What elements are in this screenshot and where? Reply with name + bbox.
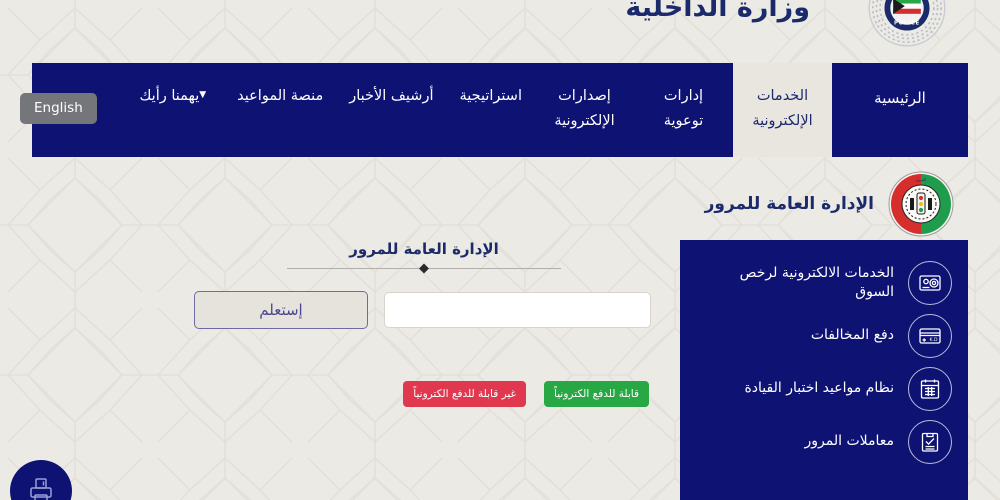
payment-card-kd-icon: K.D xyxy=(908,313,952,358)
nav-item-e-services-label: الخدمات الإلكترونية xyxy=(752,88,813,130)
nav-item-appointments-platform[interactable]: منصة المواعيد xyxy=(224,63,336,157)
sidebar-item-pay-fines-label: دفع المخالفات xyxy=(810,327,894,344)
clipboard-check-icon xyxy=(908,419,952,464)
status-badge-not-payable: غير قابلة للدفع الكترونياً xyxy=(403,381,527,407)
ministry-title: وزارة الداخلية xyxy=(625,0,810,23)
license-card-icon xyxy=(908,260,952,305)
traffic-department-emblem-icon: المرور xyxy=(888,171,954,237)
divider-dot-icon xyxy=(419,263,429,274)
nav-item-e-services[interactable]: الخدمات الإلكترونية xyxy=(733,63,832,157)
nav-item-your-opinion-matters-label: يهمنا رأيك xyxy=(139,88,200,104)
print-floating-button[interactable] xyxy=(10,460,72,500)
sidebar-item-driving-license-eservices[interactable]: الخدمات الالكترونية لرخص السوق xyxy=(680,256,960,309)
nav-item-news-archive[interactable]: أرشيف الأخبار xyxy=(336,63,446,157)
nav-item-news-archive-label: أرشيف الأخبار xyxy=(349,88,434,104)
inquiry-input[interactable] xyxy=(384,292,651,328)
status-badge-payable: قابلة للدفع الكترونياً xyxy=(544,381,649,407)
sidebar-item-driving-test-appointments-label: نظام مواعيد اختبار القيادة xyxy=(744,380,894,397)
printer-icon xyxy=(30,478,52,500)
main-navigation[interactable]: الرئيسية الخدمات الإلكترونية إدارات توعو… xyxy=(32,63,968,157)
nav-item-strategy[interactable]: استراتيجية xyxy=(446,63,535,157)
inquiry-form: إستعلم xyxy=(184,291,664,329)
nav-item-e-publications[interactable]: إصدارات الإلكترونية xyxy=(535,63,634,157)
sidebar-item-pay-fines[interactable]: K.D دفع المخالفات xyxy=(680,309,960,362)
traffic-department-header: المرور الإدارة العامة للمرور xyxy=(32,168,968,240)
chevron-down-icon: ▼ xyxy=(199,90,207,101)
inquire-button[interactable]: إستعلم xyxy=(194,291,368,329)
sidebar-item-driving-license-eservices-label: الخدمات الالكترونية لرخص السوق xyxy=(739,264,894,300)
svg-text:POLICE: POLICE xyxy=(894,21,920,27)
svg-text:K.D: K.D xyxy=(929,337,937,343)
page-title: الإدارة العامة للمرور xyxy=(349,240,499,258)
services-sidebar: الخدمات الالكترونية لرخص السوق K.D دفع ا… xyxy=(680,240,968,500)
page-root: وزارة الداخلية KUWAIT POLICE xyxy=(0,0,1000,500)
language-toggle-button[interactable]: English xyxy=(20,93,97,124)
nav-item-your-opinion-matters[interactable]: ▼يهمنا رأيك xyxy=(126,63,224,157)
site-header: وزارة الداخلية KUWAIT POLICE xyxy=(0,0,1000,63)
nav-item-strategy-label: استراتيجية xyxy=(459,88,522,104)
sidebar-item-traffic-transactions-label: معاملات المرور xyxy=(804,433,895,450)
main-content: الإدارة العامة للمرور إستعلم قابلة للدفع… xyxy=(184,240,664,407)
traffic-department-title: الإدارة العامة للمرور xyxy=(704,194,874,214)
nav-item-awareness-departments[interactable]: إدارات توعوية xyxy=(634,63,733,157)
sidebar-item-traffic-transactions[interactable]: معاملات المرور xyxy=(680,415,960,468)
payment-status-legend: قابلة للدفع الكترونياً غير قابلة للدفع ا… xyxy=(184,381,664,407)
title-divider xyxy=(287,263,561,274)
nav-item-home[interactable]: الرئيسية xyxy=(832,63,968,157)
sidebar-item-driving-test-appointments[interactable]: نظام مواعيد اختبار القيادة xyxy=(680,362,960,415)
nav-item-awareness-departments-label: إدارات توعوية xyxy=(663,88,704,130)
svg-text:المرور: المرور xyxy=(915,177,927,182)
nav-item-e-publications-label: إصدارات الإلكترونية xyxy=(554,88,615,130)
kuwait-police-badge-icon: KUWAIT POLICE xyxy=(868,0,946,47)
nav-item-home-label: الرئيسية xyxy=(874,89,926,107)
calendar-icon xyxy=(908,366,952,411)
nav-item-appointments-platform-label: منصة المواعيد xyxy=(237,88,324,104)
